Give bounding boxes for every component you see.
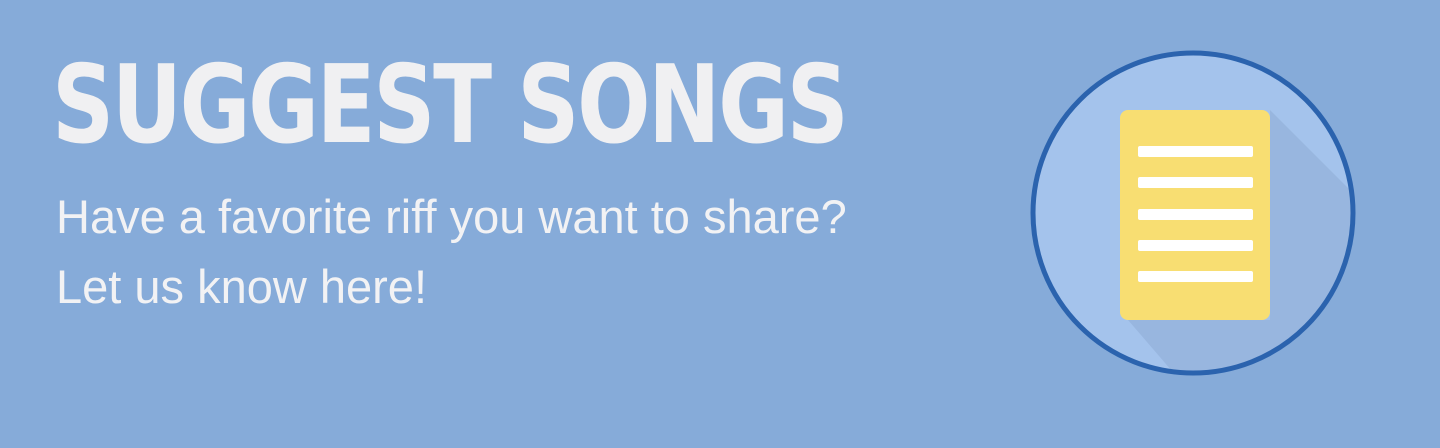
document-line: [1138, 240, 1253, 251]
document-line: [1138, 271, 1253, 282]
subtitle-line-2: Let us know here!: [56, 260, 427, 313]
subtitle-line-1: Have a favorite riff you want to share?: [56, 190, 847, 243]
document-icon: [1028, 48, 1358, 378]
document-line: [1138, 209, 1253, 220]
document-line: [1138, 177, 1253, 188]
suggest-songs-banner[interactable]: SUGGEST SONGS Have a favorite riff you w…: [0, 0, 1440, 448]
banner-title: SUGGEST SONGS: [52, 43, 849, 168]
banner-subtitle: Have a favorite riff you want to share? …: [56, 182, 847, 322]
document-icon-graphic: [1030, 50, 1356, 376]
document-line: [1138, 146, 1253, 157]
